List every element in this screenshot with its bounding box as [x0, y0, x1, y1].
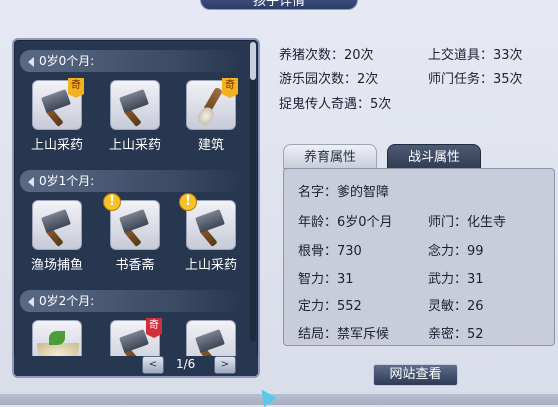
- hammer-icon: [32, 200, 82, 250]
- ghost-event-count: 捉鬼传人奇遇：5次: [279, 97, 392, 112]
- ending-stat: 结局：禁军斥候: [298, 327, 390, 342]
- intellect-stat: 智力：31: [298, 272, 354, 287]
- activity-item[interactable]: 奇 建筑: [178, 78, 244, 153]
- child-detail-window: 孩子详情 0岁0个月: 奇 上山采药 上山采药 奇 建筑 0岁1个月: 渔场捕鱼: [0, 0, 558, 407]
- activity-item[interactable]: 上山采药: [102, 80, 168, 153]
- exclamation-icon: !: [179, 193, 197, 211]
- tab-combat[interactable]: 战斗属性: [387, 144, 481, 169]
- hammer-icon: 奇: [32, 78, 84, 130]
- hammer-icon: [110, 80, 160, 130]
- activity-item[interactable]: ! 上山采药: [178, 193, 244, 273]
- bone-stat: 根骨：730: [298, 244, 362, 259]
- rare-badge: 奇: [222, 78, 238, 98]
- force-stat: 武力：31: [428, 272, 484, 287]
- activity-item[interactable]: ! 书香斋: [102, 193, 168, 273]
- group-title-0: 0岁0个月:: [20, 50, 245, 72]
- pig-count: 养猪次数：20次: [279, 48, 374, 63]
- arrow-left-icon: [28, 56, 34, 67]
- child-age: 年龄：6岁0个月: [298, 215, 393, 230]
- arrow-left-icon: [28, 296, 34, 307]
- child-sect: 师门：化生寺: [428, 215, 507, 230]
- hammer-icon: !: [103, 193, 160, 250]
- prev-page-button[interactable]: <: [142, 356, 164, 374]
- rare-badge: 奇: [68, 78, 84, 98]
- tab-nurture[interactable]: 养育属性: [283, 144, 377, 169]
- mind-stat: 念力：99: [428, 244, 484, 259]
- hammer-icon: !: [179, 193, 236, 250]
- park-count: 游乐园次数：2次: [279, 72, 379, 87]
- next-page-button[interactable]: >: [214, 356, 236, 374]
- intimacy-stat: 亲密：52: [428, 327, 484, 342]
- agility-stat: 灵敏：26: [428, 299, 484, 314]
- child-name: 名字：爹的智障: [298, 185, 390, 200]
- activity-history-panel: 0岁0个月: 奇 上山采药 上山采药 奇 建筑 0岁1个月: 渔场捕鱼 ! 书香…: [12, 38, 260, 378]
- group-title-1: 0岁1个月:: [20, 170, 245, 192]
- group-title-2: 0岁2个月:: [20, 290, 245, 312]
- rare-badge: 奇: [146, 318, 162, 338]
- arrow-left-icon: [28, 176, 34, 187]
- focus-stat: 定力：552: [298, 299, 362, 314]
- website-view-button[interactable]: 网站查看: [373, 364, 458, 386]
- pager: < 1/6 >: [14, 356, 258, 376]
- scrollbar[interactable]: [250, 42, 256, 342]
- item-count: 上交道具：33次: [428, 48, 523, 63]
- window-title: 孩子详情: [200, 0, 358, 10]
- exclamation-icon: !: [103, 193, 121, 211]
- attribute-box: 名字：爹的智障 年龄：6岁0个月 师门：化生寺 根骨：730 念力：99 智力：…: [283, 168, 555, 346]
- scroll-thumb[interactable]: [250, 42, 256, 80]
- activity-item[interactable]: 渔场捕鱼: [24, 200, 90, 273]
- brush-icon: 奇: [186, 78, 238, 130]
- activity-item[interactable]: 奇 上山采药: [24, 78, 90, 153]
- school-task-count: 师门任务：35次: [428, 72, 523, 87]
- bottom-border: [0, 394, 558, 405]
- page-indicator: 1/6: [176, 357, 196, 371]
